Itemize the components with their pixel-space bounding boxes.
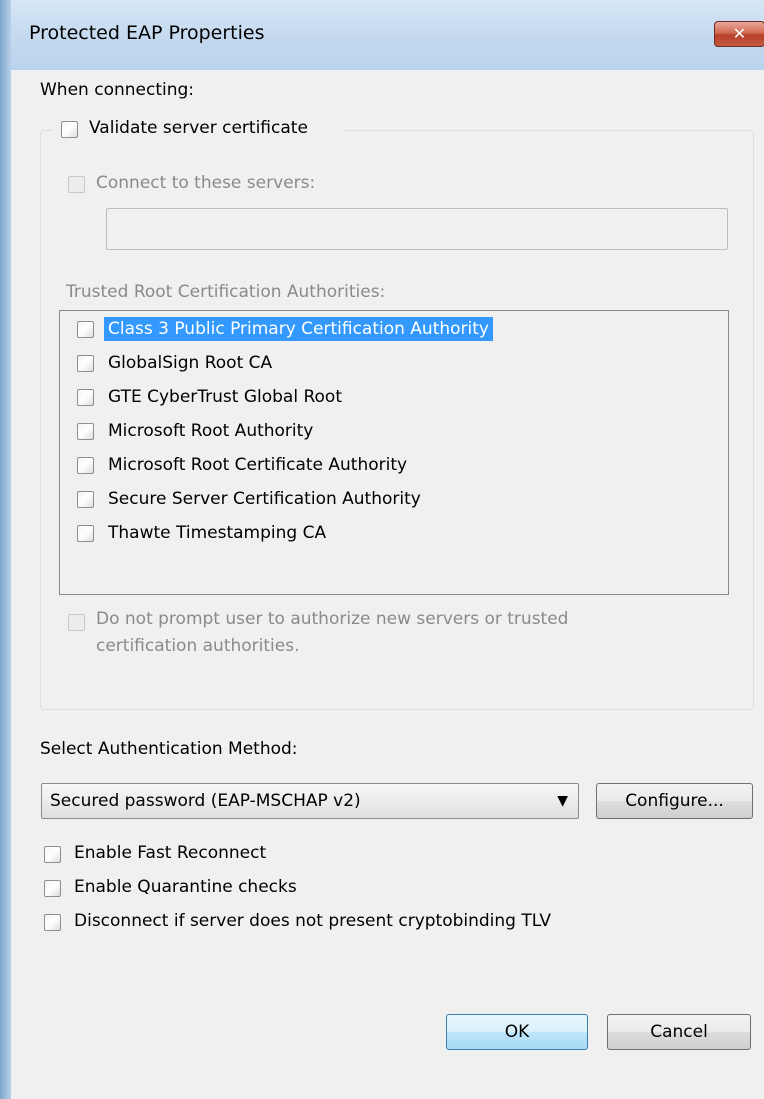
window-title: Protected EAP Properties [29,22,265,44]
authority-checkbox[interactable] [77,321,94,338]
auth-method-value: Secured password (EAP-MSCHAP v2) [50,791,361,811]
fast-reconnect-label[interactable]: Enable Fast Reconnect [74,843,266,863]
authority-checkbox[interactable] [77,457,94,474]
connect-servers-checkbox[interactable] [68,176,85,193]
close-icon: ✕ [732,24,747,43]
no-prompt-label-line2: certification authorities. [96,636,300,656]
authority-checkbox[interactable] [77,525,94,542]
ok-button[interactable]: OK [446,1014,588,1050]
cryptobinding-checkbox[interactable] [44,914,61,931]
authority-label: Microsoft Root Certificate Authority [108,455,408,475]
authority-checkbox[interactable] [77,389,94,406]
quarantine-checkbox[interactable] [44,880,61,897]
servers-input[interactable] [106,208,728,250]
window-frame [0,0,11,1099]
authority-checkbox[interactable] [77,491,94,508]
validate-cert-label[interactable]: Validate server certificate [89,118,308,138]
authority-checkbox[interactable] [77,423,94,440]
chevron-down-icon[interactable]: ▼ [557,793,568,809]
authority-label: Microsoft Root Authority [108,421,314,441]
cancel-button[interactable]: Cancel [607,1014,751,1050]
no-prompt-label-line1: Do not prompt user to authorize new serv… [96,609,569,629]
title-bar[interactable]: Protected EAP Properties ✕ [11,0,764,70]
when-connecting-heading: When connecting: [40,80,195,100]
protected-eap-dialog: Protected EAP Properties ✕ When connecti… [0,0,764,1099]
fast-reconnect-checkbox[interactable] [44,846,61,863]
cryptobinding-label[interactable]: Disconnect if server does not present cr… [74,911,551,931]
authority-label: Secure Server Certification Authority [108,489,421,509]
connect-servers-label: Connect to these servers: [96,173,316,193]
authority-label: Class 3 Public Primary Certification Aut… [104,317,493,341]
configure-button[interactable]: Configure... [596,783,753,819]
no-prompt-checkbox[interactable] [68,614,85,631]
quarantine-label[interactable]: Enable Quarantine checks [74,877,297,897]
trusted-root-list[interactable]: Class 3 Public Primary Certification Aut… [59,310,729,595]
authority-label: Thawte Timestamping CA [108,523,327,543]
validate-cert-checkbox[interactable] [61,121,78,138]
auth-method-select[interactable]: Secured password (EAP-MSCHAP v2) ▼ [41,783,579,819]
auth-method-heading: Select Authentication Method: [40,739,298,759]
trusted-root-heading: Trusted Root Certification Authorities: [66,282,386,302]
authority-checkbox[interactable] [77,355,94,372]
validate-cert-legend: Validate server certificate [53,115,343,145]
authority-label: GTE CyberTrust Global Root [108,387,342,407]
close-button[interactable]: ✕ [714,21,764,47]
authority-label: GlobalSign Root CA [108,353,273,373]
